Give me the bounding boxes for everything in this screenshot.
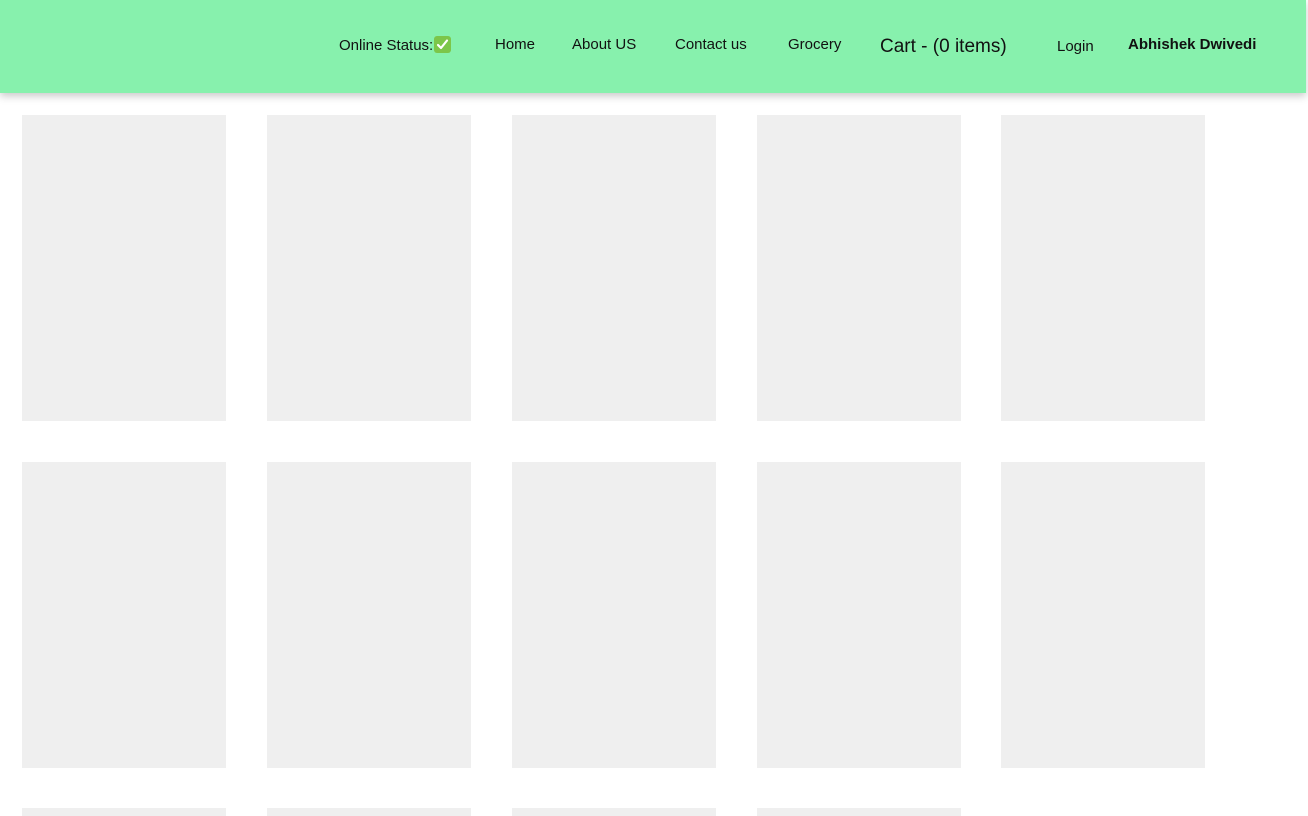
shimmer-card: [1001, 462, 1205, 768]
nav-contact-link[interactable]: Contact us: [675, 36, 747, 54]
shimmer-card: [757, 115, 961, 421]
header-bar: Online Status: Home About US Contact us …: [0, 0, 1306, 93]
online-status-label: Online Status:: [339, 37, 434, 54]
shimmer-card-grid: [0, 0, 1308, 816]
nav-about-link[interactable]: About US: [572, 36, 636, 54]
shimmer-card: [512, 808, 716, 816]
check-mark-icon: [434, 36, 452, 53]
shimmer-card: [267, 115, 471, 421]
user-name: Abhishek Dwivedi: [1128, 36, 1257, 53]
nav-home-link[interactable]: Home: [495, 36, 535, 54]
nav-cart-link[interactable]: Cart - (0 items): [880, 36, 1007, 58]
shimmer-card: [757, 808, 961, 816]
shimmer-card: [757, 462, 961, 768]
shimmer-card: [267, 462, 471, 768]
shimmer-card: [512, 115, 716, 421]
nav-bar: Online Status: Home About US Contact us …: [0, 0, 1306, 93]
shimmer-card: [267, 808, 471, 816]
shimmer-card: [512, 462, 716, 768]
shimmer-card: [22, 808, 226, 816]
shimmer-card: [22, 462, 226, 768]
shimmer-card: [1001, 115, 1205, 421]
shimmer-card: [22, 115, 226, 421]
nav-grocery-link[interactable]: Grocery: [788, 36, 841, 54]
online-status: Online Status:: [339, 36, 452, 55]
login-button[interactable]: Login: [1057, 38, 1094, 56]
